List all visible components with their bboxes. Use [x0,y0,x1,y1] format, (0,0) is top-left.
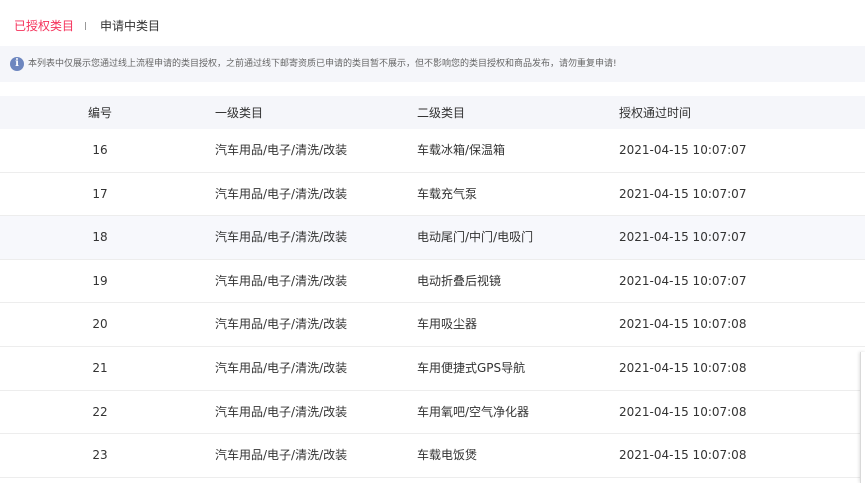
table-row: 18 汽车用品/电子/清洗/改装 电动尾门/中门/电吸门 2021-04-15 … [0,216,865,260]
cell-time: 2021-04-15 10:07:08 [619,448,747,463]
table-row: 16 汽车用品/电子/清洗/改装 车载冰箱/保温箱 2021-04-15 10:… [0,129,865,173]
cell-level2: 电动尾门/中门/电吸门 [417,230,534,245]
cell-level2: 车载电饭煲 [417,448,478,463]
cell-time: 2021-04-15 10:07:07 [619,230,747,245]
column-header-level2: 二级类目 [417,106,466,120]
table-row: 23 汽车用品/电子/清洗/改装 车载电饭煲 2021-04-15 10:07:… [0,434,865,478]
cell-level1: 汽车用品/电子/清洗/改装 [215,186,348,201]
column-header-id: 编号 [87,106,112,120]
tab-divider [85,22,86,30]
cell-level1: 汽车用品/电子/清洗/改装 [215,317,348,332]
cell-id: 19 [92,273,108,288]
table-row: 22 汽车用品/电子/清洗/改装 车用氧吧/空气净化器 2021-04-15 1… [0,391,865,435]
cell-time: 2021-04-15 10:07:08 [619,317,747,332]
cell-time: 2021-04-15 10:07:07 [619,143,747,157]
cell-level2: 车用氧吧/空气净化器 [417,404,530,419]
cell-time: 2021-04-15 10:07:08 [619,404,747,419]
cell-level1: 汽车用品/电子/清洗/改装 [215,143,348,157]
cell-level1: 汽车用品/电子/清洗/改装 [215,448,348,463]
column-header-level1: 一级类目 [215,106,264,120]
table-row: 19 汽车用品/电子/清洗/改装 电动折叠后视镜 2021-04-15 10:0… [0,260,865,304]
cell-id: 20 [92,317,108,332]
cell-level2: 车载冰箱/保温箱 [417,143,506,157]
cell-id: 17 [92,186,108,201]
cell-level1: 汽车用品/电子/清洗/改装 [215,273,348,288]
cell-level1: 汽车用品/电子/清洗/改装 [215,404,348,419]
cell-level2: 电动折叠后视镜 [417,273,502,288]
cell-id: 16 [92,143,108,157]
cell-level2: 车用吸尘器 [417,317,478,332]
table-row: 20 汽车用品/电子/清洗/改装 车用吸尘器 2021-04-15 10:07:… [0,303,865,347]
cell-id: 22 [92,404,108,419]
info-icon: i [10,57,24,71]
scrollbar[interactable] [860,352,865,483]
table-row: 21 汽车用品/电子/清洗/改装 车用便捷式GPS导航 2021-04-15 1… [0,347,865,391]
cell-id: 23 [92,448,108,463]
table-header: 编号 一级类目 二级类目 授权通过时间 [0,96,865,129]
cell-level1: 汽车用品/电子/清洗/改装 [215,360,348,375]
cell-level2: 车用便捷式GPS导航 [417,360,526,375]
cell-id: 18 [92,230,108,245]
tab-applying-categories[interactable]: 申请中类目 [100,18,160,34]
column-header-time: 授权通过时间 [619,106,692,120]
cell-time: 2021-04-15 10:07:07 [619,273,747,288]
cell-time: 2021-04-15 10:07:08 [619,360,747,375]
tab-authorized-categories[interactable]: 已授权类目 [14,18,74,34]
category-tabs: 已授权类目 申请中类目 [0,0,865,52]
cell-id: 21 [92,360,108,375]
notice-banner: i 本列表中仅展示您通过线上流程申请的类目授权，之前通过线下邮寄资质已申请的类目… [0,46,865,82]
authorized-category-table: 编号 一级类目 二级类目 授权通过时间 16 汽车用品/电子/清洗/改装 车载冰… [0,96,865,478]
table-row: 17 汽车用品/电子/清洗/改装 车载充气泵 2021-04-15 10:07:… [0,173,865,217]
cell-time: 2021-04-15 10:07:07 [619,186,747,201]
cell-level2: 车载充气泵 [417,186,478,201]
cell-level1: 汽车用品/电子/清洗/改装 [215,230,348,245]
notice-text: 本列表中仅展示您通过线上流程申请的类目授权，之前通过线下邮寄资质已申请的类目暂不… [28,59,617,69]
